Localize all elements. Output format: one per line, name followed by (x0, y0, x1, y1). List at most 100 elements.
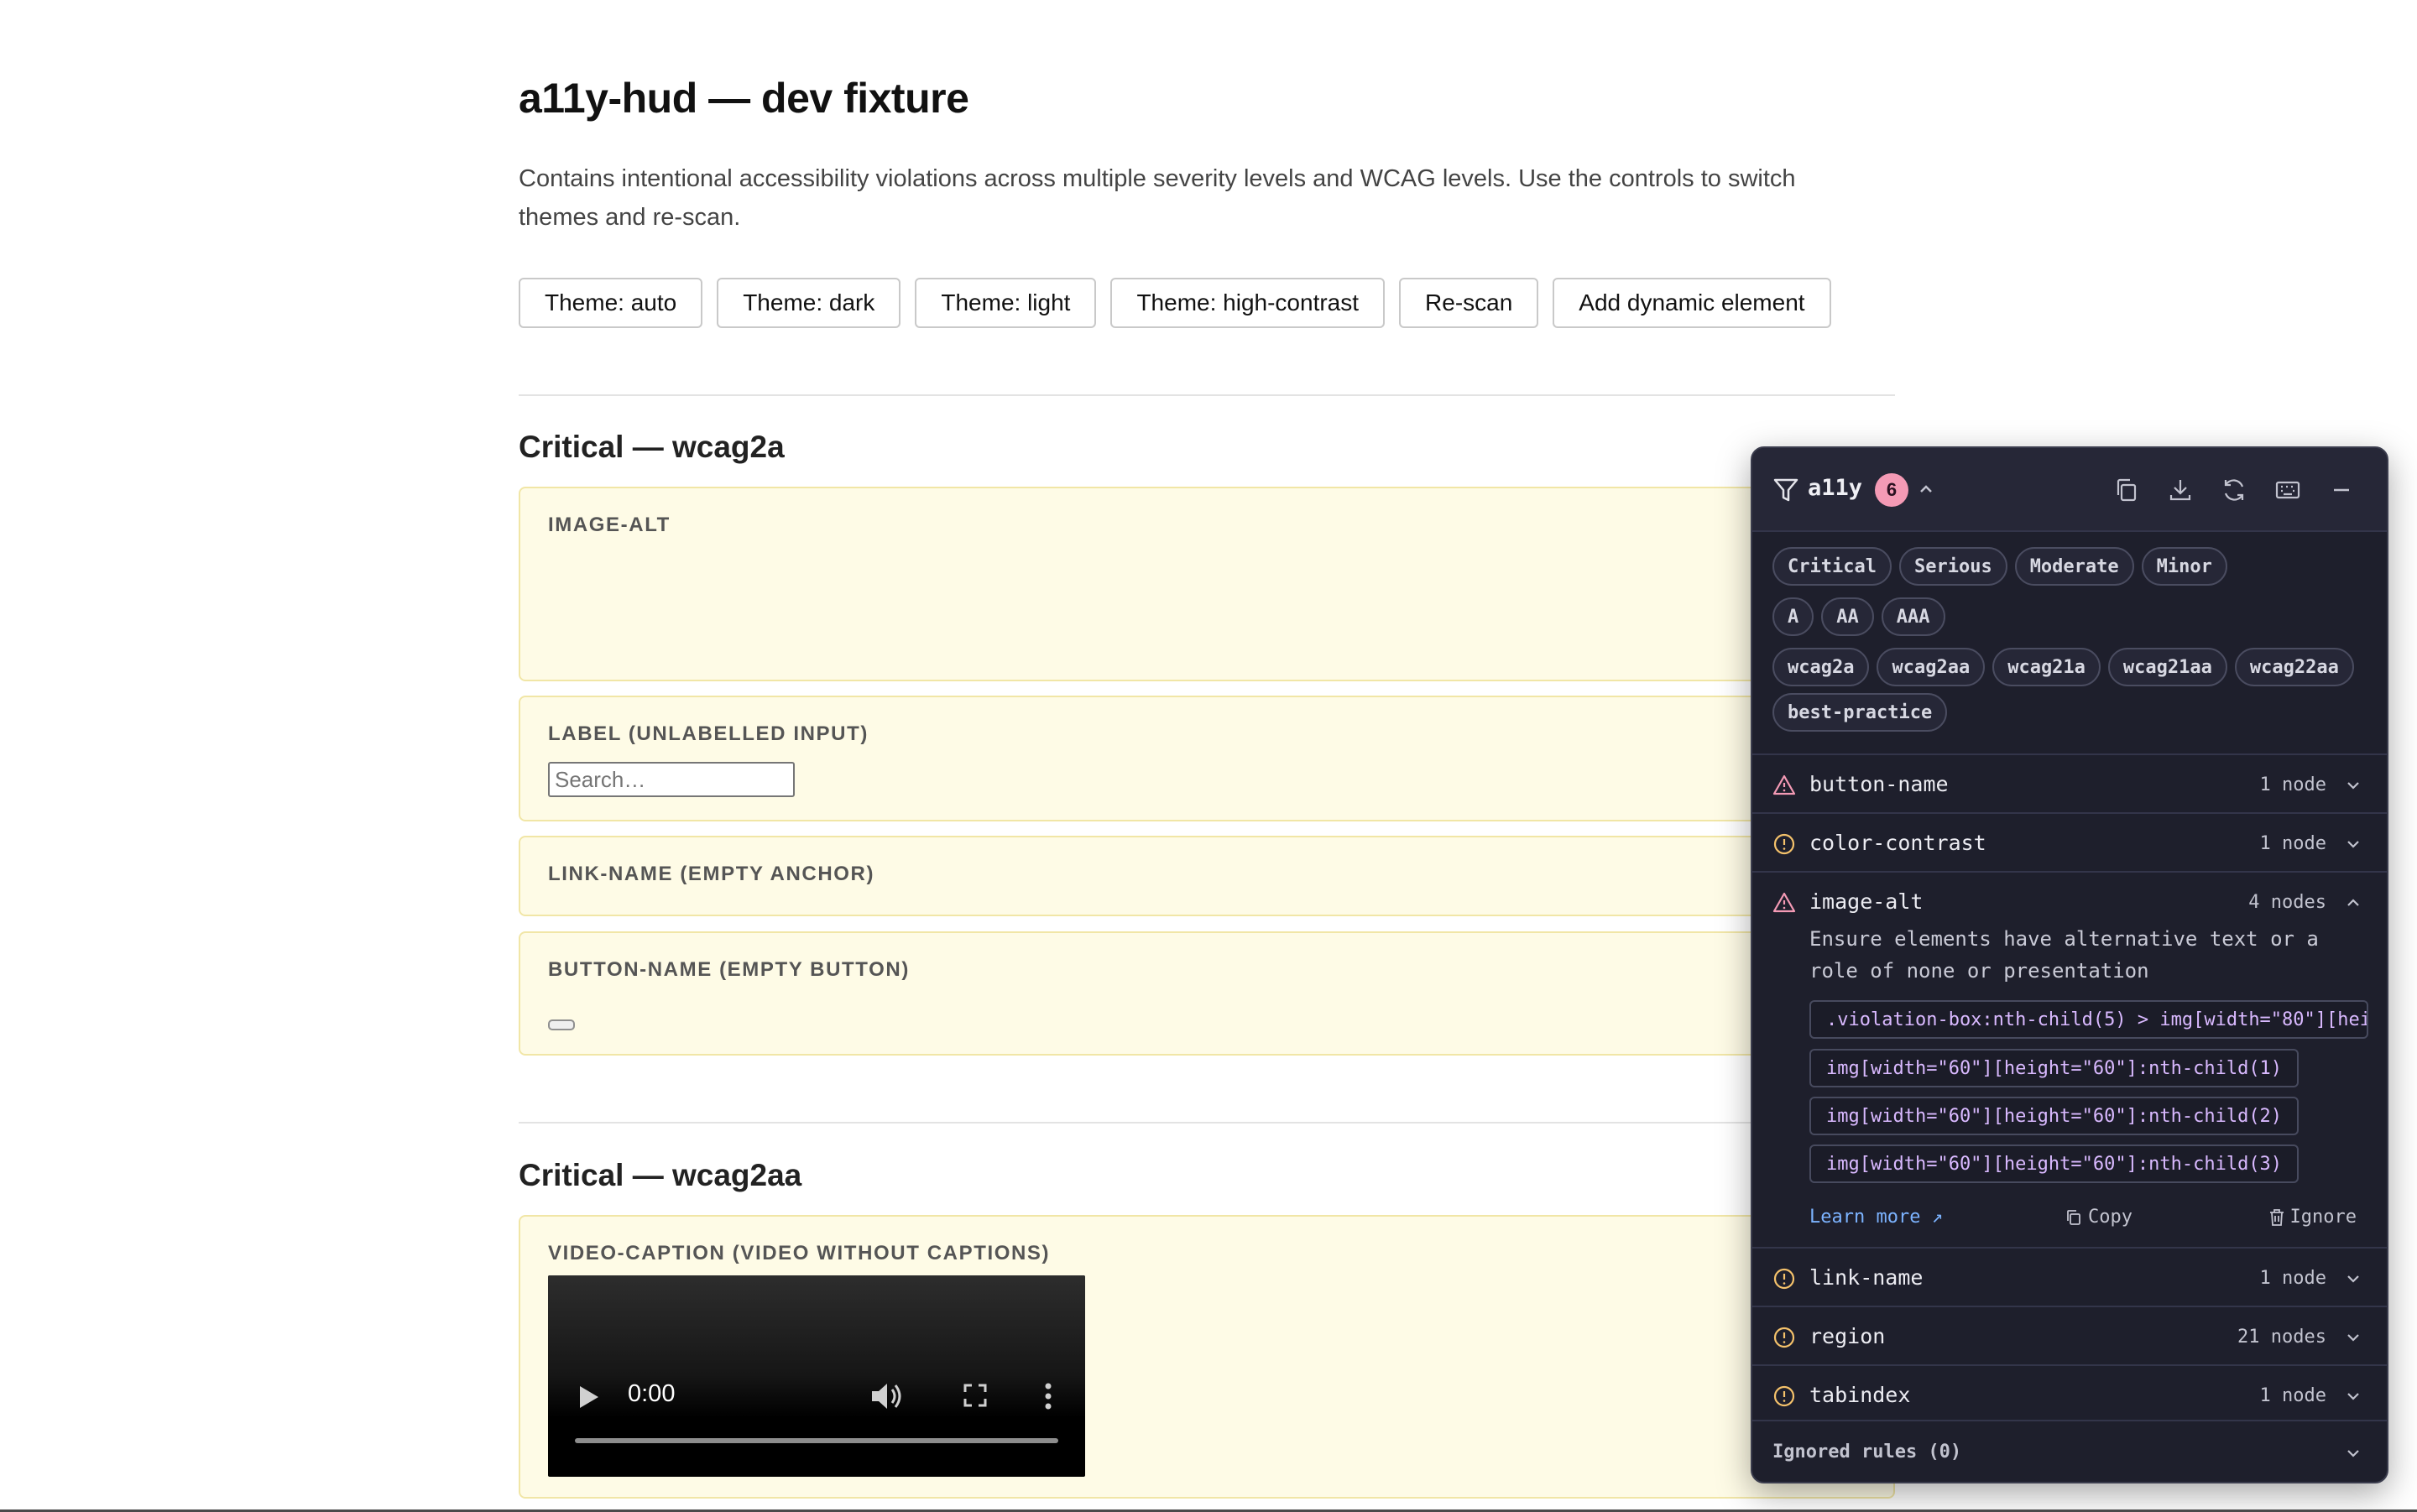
filter-icon[interactable] (1772, 477, 1799, 503)
violation-box-video-caption: VIDEO-CAPTION (VIDEO WITHOUT CAPTIONS) 0… (519, 1215, 1895, 1499)
copy-icon[interactable] (2113, 477, 2140, 503)
violation-box-image-alt: IMAGE-ALT (519, 487, 1895, 681)
chevron-down-icon[interactable] (2343, 1269, 2363, 1289)
search-input[interactable] (548, 762, 795, 797)
keyboard-icon[interactable] (2274, 477, 2301, 503)
page-description: Contains intentional accessibility viola… (519, 165, 1796, 231)
violation-box-button-name: BUTTON-NAME (EMPTY BUTTON) (519, 931, 1895, 1056)
chip-wcag2a[interactable]: wcag2a (1772, 648, 1870, 686)
chip-level-a[interactable]: A (1772, 597, 1814, 636)
alert-circle-icon (1773, 833, 1795, 855)
rule-node-count: 1 node (2259, 1385, 2326, 1406)
ignore-action[interactable]: Ignore (2268, 1207, 2357, 1228)
alert-circle-icon (1773, 1385, 1795, 1407)
play-icon[interactable] (578, 1384, 600, 1410)
rescan-button[interactable]: Re-scan (1399, 278, 1539, 328)
hud-title: a11y (1808, 475, 1863, 501)
rule-row-tabindex[interactable]: tabindex 1 node (1752, 1364, 2387, 1423)
chevron-down-icon[interactable] (2343, 1386, 2363, 1406)
node-selector[interactable]: img[width="60"][height="60"]:nth-child(1… (1809, 1049, 2300, 1087)
trash-icon (2269, 1208, 2284, 1226)
section-heading: Critical — wcag2aa (519, 1158, 802, 1192)
section-heading: Critical — wcag2a (519, 430, 785, 464)
download-icon[interactable] (2167, 477, 2194, 503)
add-dynamic-element-button[interactable]: Add dynamic element (1553, 278, 1831, 328)
chip-minor[interactable]: Minor (2141, 547, 2227, 586)
level-filter-chips: A AA AAA (1772, 597, 1945, 636)
violation-count-badge: 6 (1875, 473, 1908, 507)
learn-more-link[interactable]: Learn more ↗ (1809, 1207, 1943, 1228)
rule-node-count: 4 nodes (2248, 892, 2326, 913)
section-divider (519, 394, 1895, 396)
tag-filter-chips: wcag2a wcag2aa wcag21a wcag21aa wcag22aa (1772, 648, 2354, 686)
ignore-label: Ignore (2289, 1207, 2357, 1228)
theme-light-button[interactable]: Theme: light (915, 278, 1097, 328)
rule-row-link-name[interactable]: link-name 1 node (1752, 1247, 2387, 1306)
chip-critical[interactable]: Critical (1772, 547, 1892, 586)
warning-triangle-icon (1772, 774, 1796, 795)
copy-icon (2067, 1209, 2080, 1225)
empty-button[interactable] (548, 1019, 575, 1030)
extra-filter-chips: best-practice (1772, 693, 1948, 732)
ignored-rules-label: Ignored rules (0) (1772, 1442, 1962, 1462)
rule-actions: Learn more ↗ Copy Ignore (1752, 1202, 2387, 1235)
controls-bar: Theme: auto Theme: dark Theme: light The… (519, 278, 1831, 328)
chip-wcag2aa[interactable]: wcag2aa (1877, 648, 1986, 686)
theme-dark-button[interactable]: Theme: dark (717, 278, 901, 328)
rule-name: link-name (1809, 1265, 1924, 1290)
violation-label: IMAGE-ALT (548, 514, 671, 536)
copy-label: Copy (2088, 1207, 2132, 1228)
chevron-down-icon[interactable] (2343, 1443, 2363, 1463)
fullscreen-icon[interactable] (963, 1384, 987, 1407)
rule-name: region (1809, 1324, 1886, 1348)
ignored-rules-toggle[interactable]: Ignored rules (0) (1752, 1420, 2387, 1482)
rule-node-count: 1 node (2259, 774, 2326, 795)
chip-level-aa[interactable]: AA (1821, 597, 1874, 636)
theme-auto-button[interactable]: Theme: auto (519, 278, 703, 328)
rule-node-count: 21 nodes (2237, 1327, 2326, 1348)
copy-action[interactable]: Copy (2065, 1207, 2132, 1228)
a11y-hud-panel: a11y 6 Critical Serious Moderate Minor A… (1751, 446, 2388, 1483)
chip-wcag21a[interactable]: wcag21a (1992, 648, 2101, 686)
hud-header: a11y 6 (1752, 448, 2387, 532)
violation-label: VIDEO-CAPTION (VIDEO WITHOUT CAPTIONS) (548, 1242, 1051, 1264)
violation-label: BUTTON-NAME (EMPTY BUTTON) (548, 958, 910, 981)
refresh-icon[interactable] (2221, 477, 2247, 503)
chip-moderate[interactable]: Moderate (2014, 547, 2134, 586)
warning-triangle-icon (1772, 892, 1796, 913)
minimize-icon[interactable] (2328, 477, 2355, 503)
video-progress-bar[interactable] (575, 1438, 1058, 1443)
rule-name: tabindex (1809, 1383, 1911, 1407)
rule-row-button-name[interactable]: button-name 1 node (1752, 753, 2387, 812)
chip-level-aaa[interactable]: AAA (1881, 597, 1945, 636)
rule-row-color-contrast[interactable]: color-contrast 1 node (1752, 812, 2387, 871)
violation-label: LABEL (UNLABELLED INPUT) (548, 722, 869, 745)
chevron-down-icon[interactable] (2343, 1327, 2363, 1348)
alert-circle-icon (1773, 1268, 1795, 1290)
rule-name: image-alt (1809, 889, 1924, 914)
node-selector[interactable]: img[width="60"][height="60"]:nth-child(3… (1809, 1144, 2300, 1183)
violation-box-label: LABEL (UNLABELLED INPUT) (519, 696, 1895, 821)
theme-high-contrast-button[interactable]: Theme: high-contrast (1110, 278, 1386, 328)
chevron-down-icon[interactable] (2343, 834, 2363, 854)
chip-best-practice[interactable]: best-practice (1772, 693, 1948, 732)
more-options-icon[interactable] (1044, 1383, 1052, 1410)
chip-serious[interactable]: Serious (1898, 547, 2007, 586)
violation-label: LINK-NAME (EMPTY ANCHOR) (548, 863, 875, 885)
chevron-down-icon[interactable] (2343, 775, 2363, 795)
rule-name: color-contrast (1809, 831, 1986, 855)
video-time: 0:00 (628, 1380, 676, 1407)
chevron-up-icon[interactable] (2343, 893, 2363, 913)
impact-filter-chips: Critical Serious Moderate Minor (1772, 547, 2227, 586)
chevron-up-icon[interactable] (1917, 480, 1935, 498)
video-player[interactable]: 0:00 (548, 1275, 1085, 1477)
node-selector[interactable]: .violation-box:nth-child(5) > img[width=… (1809, 1000, 2368, 1039)
rule-node-count: 1 node (2259, 833, 2326, 854)
node-selector[interactable]: img[width="60"][height="60"]:nth-child(2… (1809, 1097, 2300, 1135)
rule-row-region[interactable]: region 21 nodes (1752, 1306, 2387, 1364)
chip-wcag21aa[interactable]: wcag21aa (2107, 648, 2227, 686)
rule-description: Ensure elements have alternative text or… (1809, 927, 2319, 983)
chip-wcag22aa[interactable]: wcag22aa (2234, 648, 2354, 686)
volume-icon[interactable] (870, 1382, 902, 1410)
page-title: a11y-hud — dev fixture (519, 75, 969, 122)
